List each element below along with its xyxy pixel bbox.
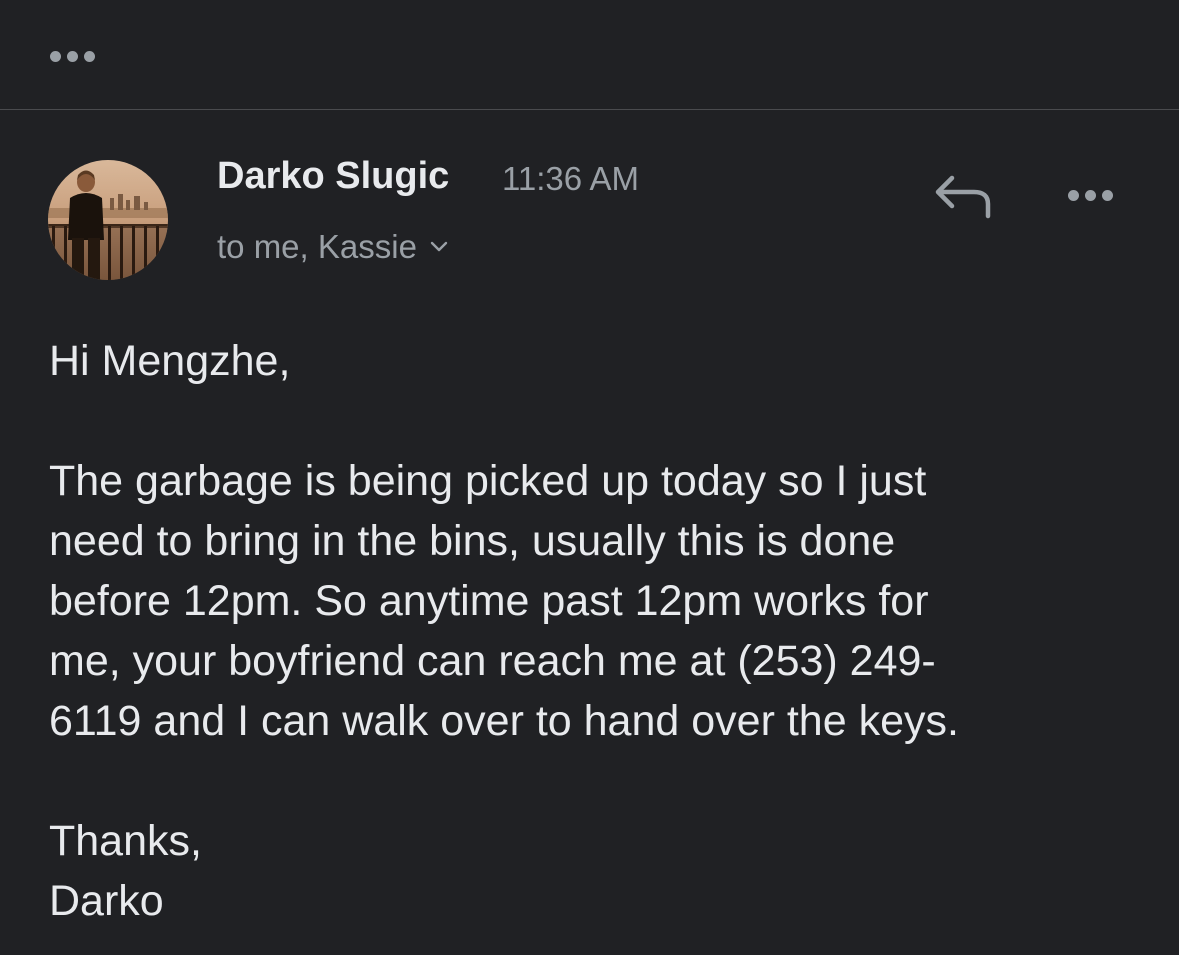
greeting-line: Hi Mengzhe, <box>49 337 291 385</box>
top-more-button[interactable] <box>50 44 106 68</box>
sender-avatar[interactable] <box>48 160 168 280</box>
more-horizontal-icon <box>50 44 106 68</box>
closing-line: Thanks, <box>49 817 202 865</box>
reply-icon <box>935 175 991 219</box>
recipients-label: to me, Kassie <box>217 228 417 265</box>
more-horizontal-icon <box>1068 183 1124 207</box>
recipients-toggle[interactable]: to me, Kassie <box>217 228 449 266</box>
chevron-down-icon <box>430 241 448 252</box>
body-line: The garbage is being picked up today so … <box>49 457 927 505</box>
signature-line: Darko <box>49 877 164 925</box>
avatar-photo <box>48 160 168 280</box>
body-line: 6119 and I can walk over to hand over th… <box>49 697 959 745</box>
body-line: me, your boyfriend can reach me at (253)… <box>49 637 936 685</box>
reply-button[interactable] <box>930 170 994 220</box>
body-line: need to bring in the bins, usually this … <box>49 517 896 565</box>
message-timestamp: 11:36 AM <box>502 160 639 197</box>
message-more-button[interactable] <box>1068 183 1124 207</box>
sender-name[interactable]: Darko Slugic <box>217 155 449 198</box>
top-toolbar <box>0 0 1179 110</box>
message-body: Hi Mengzhe, The garbage is being picked … <box>49 331 1159 931</box>
body-line: before 12pm. So anytime past 12pm works … <box>49 577 929 625</box>
